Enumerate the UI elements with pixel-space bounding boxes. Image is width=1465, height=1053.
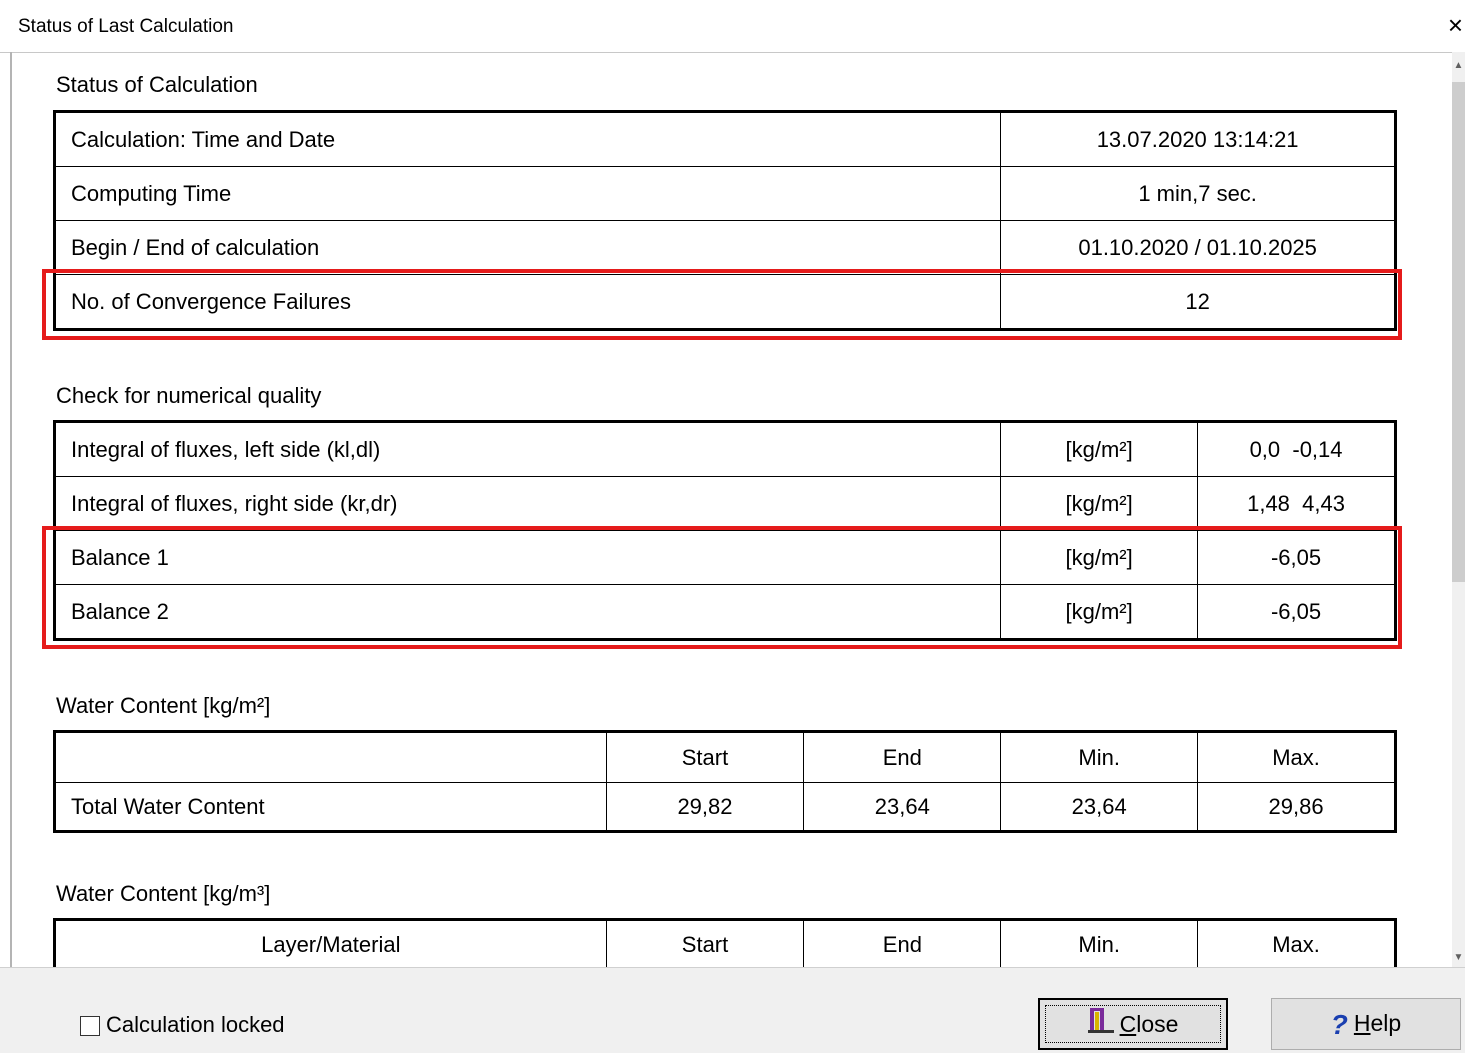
table-header-row: Start End Min. Max.	[55, 732, 1395, 783]
cell-start: 29,82	[605, 782, 805, 831]
quality-label: Balance 2	[54, 584, 1002, 639]
title-bar: Status of Last Calculation ×	[0, 0, 1465, 53]
quality-unit: [kg/m²]	[1000, 584, 1199, 639]
dialog-footer: Calculation locked Close ? Help	[0, 967, 1465, 1053]
column-header: Layer/Material	[55, 920, 607, 970]
column-header: Start	[605, 920, 805, 970]
status-label: Calculation: Time and Date	[54, 112, 1002, 167]
content-frame-edge	[10, 52, 12, 967]
column-header: Max.	[1197, 732, 1395, 783]
column-header: Min.	[1000, 920, 1199, 970]
help-mnemonic: H	[1353, 1010, 1371, 1036]
table-row: Calculation: Time and Date 13.07.2020 13…	[54, 112, 1395, 167]
water-volume-table: Layer/Material Start End Min. Max.	[53, 918, 1397, 972]
calculation-locked-label[interactable]: Calculation locked	[106, 1012, 285, 1038]
status-label: Begin / End of calculation	[54, 220, 1002, 275]
cell-end: 23,64	[803, 782, 1002, 831]
column-header: Min.	[1000, 732, 1199, 783]
table-row: Integral of fluxes, left side (kl,dl) [k…	[54, 422, 1395, 477]
quality-value: 0,0 -0,14	[1197, 422, 1395, 477]
column-header	[55, 732, 607, 783]
table-row: Total Water Content 29,82 23,64 23,64 29…	[55, 782, 1395, 831]
table-row: Begin / End of calculation 01.10.2020 / …	[54, 220, 1395, 275]
table-row: Balance 1 [kg/m²] -6,05	[54, 530, 1395, 585]
status-value: 12	[1000, 274, 1395, 329]
status-label: Computing Time	[54, 166, 1002, 221]
quality-value: -6,05	[1197, 584, 1395, 639]
quality-value: 1,48 4,43	[1197, 476, 1395, 531]
help-button[interactable]: ? Help	[1271, 998, 1461, 1050]
status-label: No. of Convergence Failures	[54, 274, 1002, 329]
column-header: End	[803, 920, 1002, 970]
cell-max: 29,86	[1197, 782, 1395, 831]
cell-min: 23,64	[1000, 782, 1199, 831]
column-header: End	[803, 732, 1002, 783]
quality-unit: [kg/m²]	[1000, 530, 1199, 585]
help-label-rest: elp	[1370, 1010, 1402, 1036]
vertical-scrollbar[interactable]: ▲ ▼	[1452, 52, 1465, 967]
scroll-up-icon[interactable]: ▲	[1452, 60, 1465, 71]
quality-unit: [kg/m²]	[1000, 476, 1199, 531]
water-area-heading: Water Content [kg/m²]	[56, 693, 271, 718]
table-row: Computing Time 1 min,7 sec.	[54, 166, 1395, 221]
help-question-icon: ?	[1330, 1008, 1348, 1040]
water-volume-heading: Water Content [kg/m³]	[56, 881, 271, 906]
scrollbar-thumb[interactable]	[1452, 82, 1465, 582]
quality-label: Balance 1	[54, 530, 1002, 585]
status-table: Calculation: Time and Date 13.07.2020 13…	[53, 110, 1397, 331]
quality-label: Integral of fluxes, left side (kl,dl)	[54, 422, 1002, 477]
table-row: Balance 2 [kg/m²] -6,05	[54, 584, 1395, 639]
close-button[interactable]: Close	[1038, 998, 1228, 1050]
focus-rectangle	[1045, 1005, 1221, 1043]
calculation-locked-checkbox[interactable]	[80, 1016, 100, 1036]
status-heading: Status of Calculation	[56, 72, 258, 97]
status-value: 1 min,7 sec.	[1000, 166, 1395, 221]
table-row: No. of Convergence Failures 12	[54, 274, 1395, 329]
status-value: 13.07.2020 13:14:21	[1000, 112, 1395, 167]
scroll-down-icon[interactable]: ▼	[1452, 952, 1465, 963]
quality-unit: [kg/m²]	[1000, 422, 1199, 477]
table-header-row: Layer/Material Start End Min. Max.	[55, 920, 1395, 970]
status-value: 01.10.2020 / 01.10.2025	[1000, 220, 1395, 275]
quality-label: Integral of fluxes, right side (kr,dr)	[54, 476, 1002, 531]
table-row: Integral of fluxes, right side (kr,dr) […	[54, 476, 1395, 531]
column-header: Start	[605, 732, 805, 783]
window-close-icon[interactable]: ×	[1448, 12, 1463, 38]
quality-heading: Check for numerical quality	[56, 383, 322, 408]
row-label: Total Water Content	[55, 782, 607, 831]
quality-table: Integral of fluxes, left side (kl,dl) [k…	[53, 420, 1397, 641]
column-header: Max.	[1197, 920, 1395, 970]
quality-value: -6,05	[1197, 530, 1395, 585]
window-title: Status of Last Calculation	[18, 16, 234, 37]
water-area-table: Start End Min. Max. Total Water Content …	[53, 730, 1397, 833]
